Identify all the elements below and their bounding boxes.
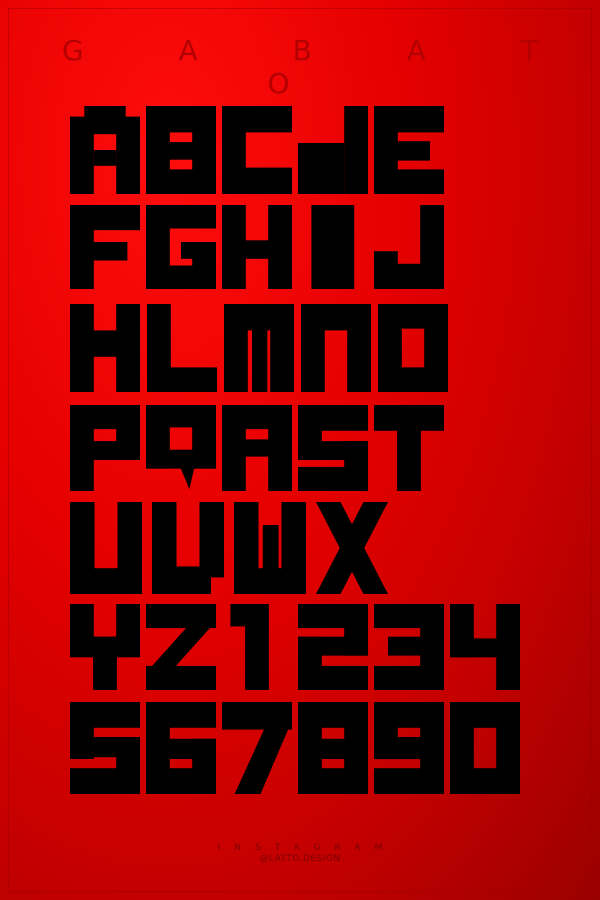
glyph-o [378,304,448,392]
glyph-l [147,304,217,392]
glyph-e [374,106,444,194]
glyph-digit-8 [298,702,368,794]
glyph-v [152,502,224,594]
glyph-i [311,205,355,289]
glyph-x [316,502,388,594]
glyph-m [224,304,294,392]
glyph-n [301,304,371,392]
glyph-digit-4 [450,604,520,690]
glyph-j [374,205,444,289]
glyph-r [222,405,292,491]
glyph-digit-2 [298,604,368,690]
glyph-d [298,106,368,194]
footer-label: INSTAGRAM [217,843,397,853]
glyph-digit-7 [222,702,292,794]
font-specimen-poster: G A B A T O INSTAGRAM @LATTO.DESIGN [0,0,600,900]
glyph-digit-5 [70,702,140,794]
glyph-u [70,502,142,594]
glyph-digit-3 [374,604,444,690]
glyph-z [146,604,216,690]
glyph-y [70,604,140,690]
glyph-digit-0 [450,702,520,794]
glyph-s [298,405,368,491]
glyph-b [146,106,216,194]
glyph-t [374,405,444,491]
glyph-h [222,205,292,289]
glyph-w [234,502,306,594]
footer-handle: @LATTO.DESIGN [259,854,341,864]
glyph-digit-6 [146,702,216,794]
glyph-digit-1 [230,604,269,690]
glyph-k [70,304,140,392]
glyph-digit-9 [374,702,444,794]
glyph-g [146,205,216,289]
glyph-a [70,106,140,194]
glyph-q [146,405,216,490]
glyph-grid [70,106,520,794]
glyph-f [70,205,140,289]
glyph-p [70,405,140,491]
glyph-c [222,106,292,194]
